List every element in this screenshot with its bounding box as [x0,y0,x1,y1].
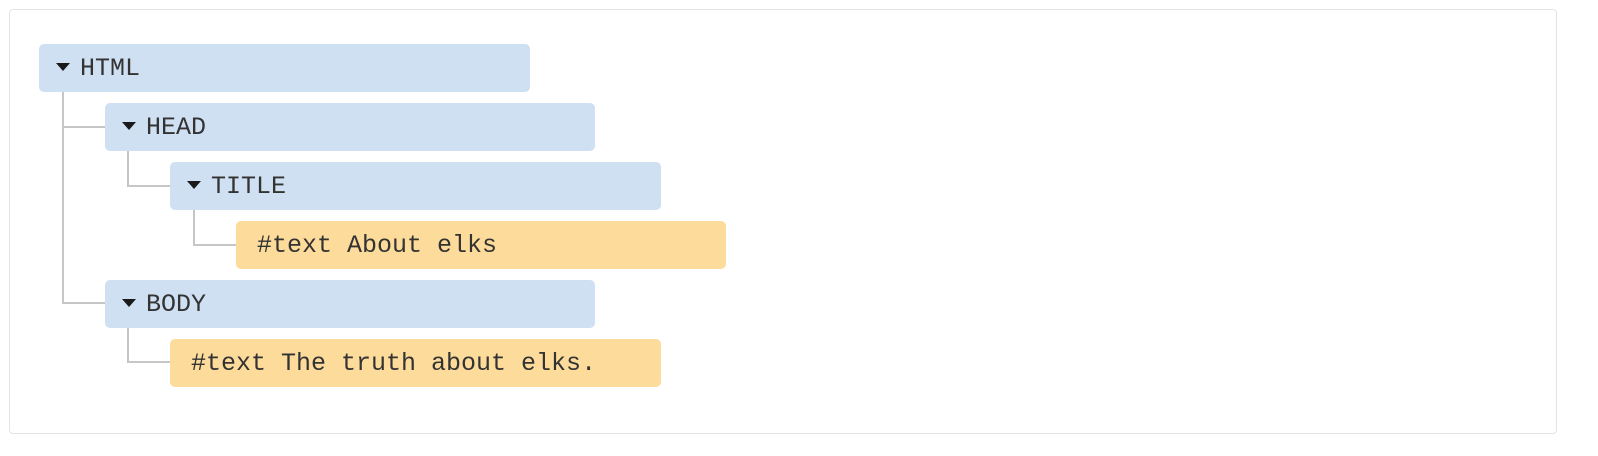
node-body-text[interactable]: #text The truth about elks. [170,339,661,387]
node-html[interactable]: HTML [39,44,530,92]
node-html-label: HTML [80,53,141,83]
node-body[interactable]: BODY [105,280,595,328]
node-title-label: TITLE [211,171,287,201]
triangle-down-icon[interactable] [187,181,201,189]
node-title-text[interactable]: #text About elks [236,221,726,269]
node-body-text-label: #text The truth about elks. [191,348,597,378]
connector-body-text [127,327,171,363]
connector-title-text [193,210,237,246]
node-head[interactable]: HEAD [105,103,595,151]
connector-head-title [127,151,171,187]
node-title-text-label: #text About elks [257,230,498,260]
node-title[interactable]: TITLE [170,162,661,210]
connector-html-body [62,92,106,304]
node-head-label: HEAD [146,112,207,142]
triangle-down-icon[interactable] [56,63,70,71]
triangle-down-icon[interactable] [122,299,136,307]
triangle-down-icon[interactable] [122,122,136,130]
node-body-label: BODY [146,289,207,319]
